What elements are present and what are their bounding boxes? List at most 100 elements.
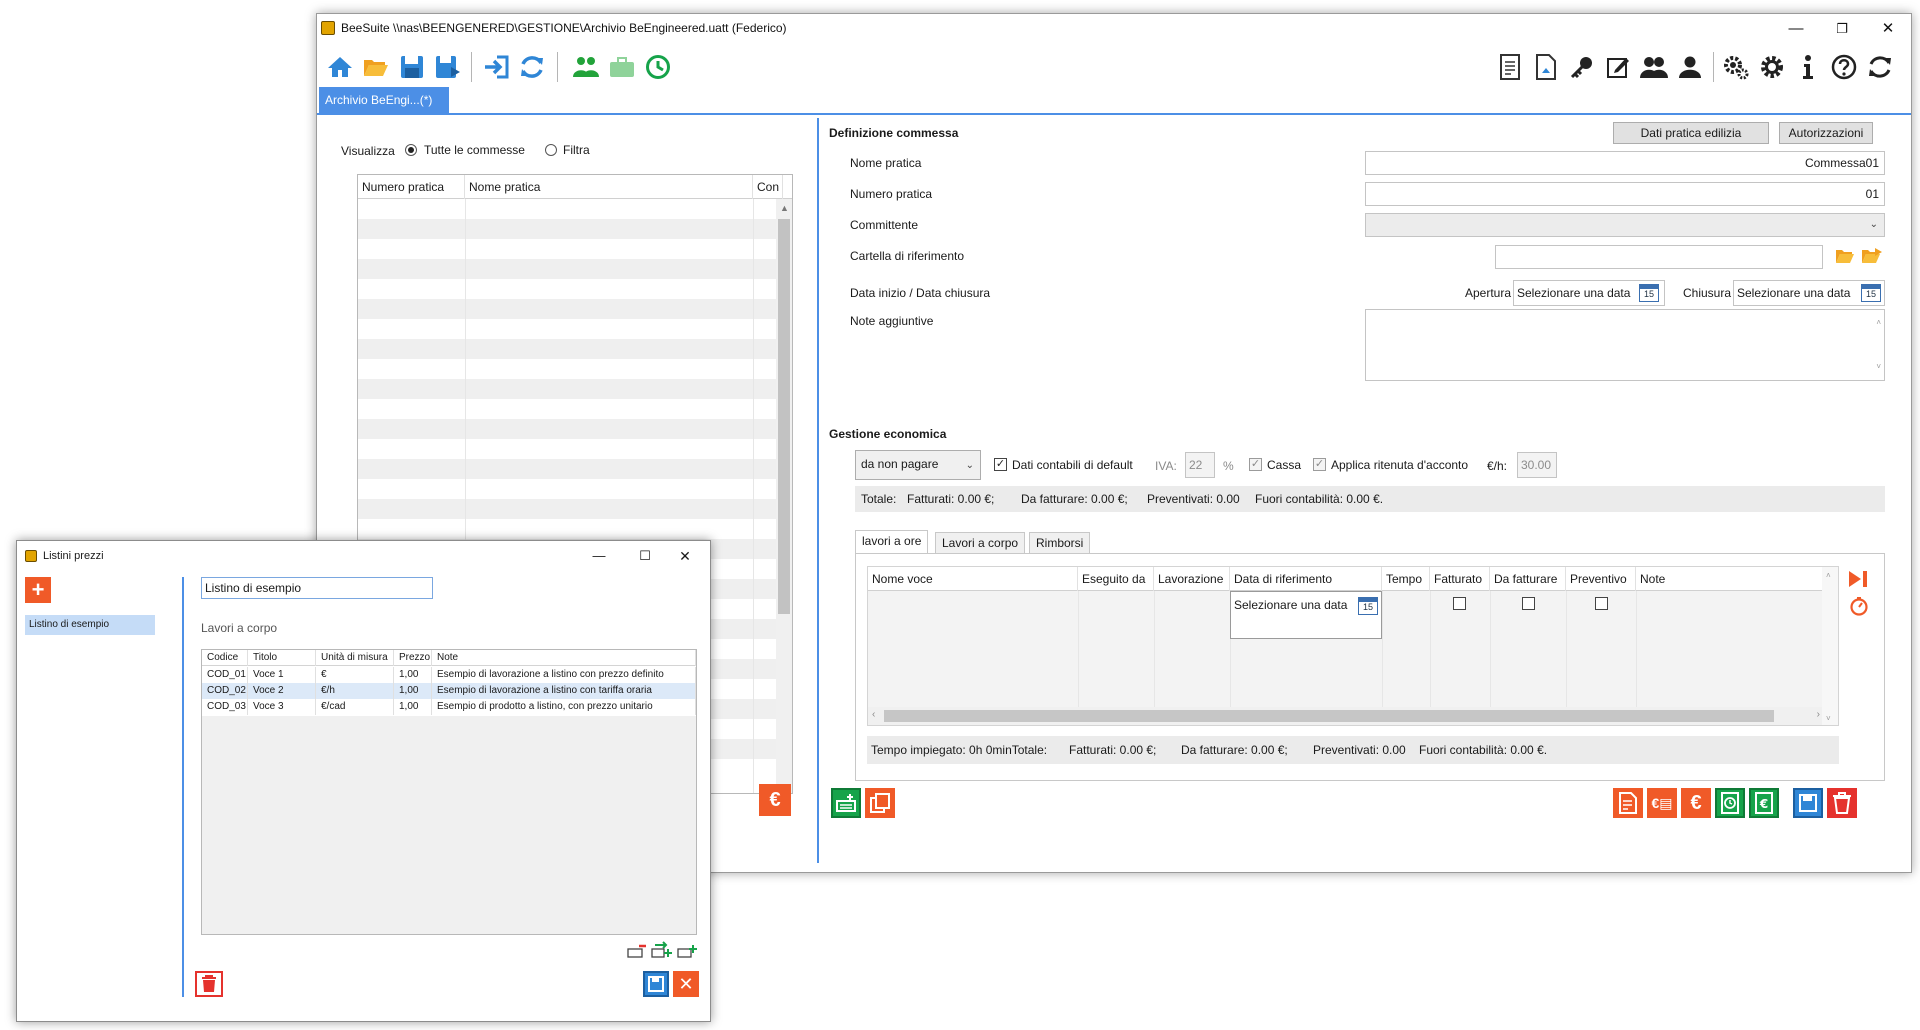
scroll-up-arrow-icon[interactable]: ▲ — [780, 203, 789, 213]
listini-maximize-button[interactable]: ☐ — [626, 541, 664, 571]
scroll-down-icon[interactable]: ˅ — [1876, 356, 1881, 378]
move-row-button[interactable] — [651, 941, 673, 962]
scrollbar-thumb[interactable] — [778, 219, 790, 614]
iva-input[interactable]: 22 — [1185, 452, 1215, 478]
group-button[interactable] — [1637, 50, 1671, 84]
settings-button[interactable] — [1755, 50, 1789, 84]
delete-commessa-button[interactable] — [1827, 788, 1857, 818]
numero-pratica-input[interactable]: 01 — [1365, 182, 1885, 206]
nome-pratica-input[interactable]: Commessa01 — [1365, 151, 1885, 175]
users-button[interactable] — [569, 50, 603, 84]
note-textarea[interactable]: ˄ ˅ — [1365, 309, 1885, 381]
add-listino-button[interactable]: + — [25, 577, 51, 603]
sync-button[interactable] — [1863, 50, 1897, 84]
col-nome-pratica[interactable]: Nome pratica — [465, 175, 753, 199]
tab-rimborsi[interactable]: Rimborsi — [1029, 532, 1091, 554]
document-tab[interactable]: Archivio BeEngi...(*) — [319, 87, 449, 113]
minimize-button[interactable]: — — [1773, 14, 1819, 44]
invoice-button[interactable] — [1613, 788, 1643, 818]
col-titolo[interactable]: Titolo — [248, 650, 316, 666]
tab-lavori-a-corpo[interactable]: Lavori a corpo — [935, 532, 1026, 554]
ritenuta-checkbox[interactable]: ✓ — [1313, 458, 1326, 471]
import-button[interactable] — [479, 50, 513, 84]
listini-row-selected[interactable]: COD_02 Voce 2 €/h 1,00 Esempio di lavora… — [202, 683, 696, 699]
close-button[interactable]: ✕ — [1865, 14, 1911, 44]
scroll-up-icon[interactable]: ˄ — [1826, 571, 1831, 580]
page-button[interactable] — [1529, 50, 1563, 84]
euro-report-button[interactable]: € — [1749, 788, 1779, 818]
listini-grid[interactable]: Codice Titolo Unità di misura Prezzo Not… — [201, 649, 697, 935]
scroll-left-icon[interactable]: ‹ — [872, 709, 875, 720]
next-entry-button[interactable] — [1847, 570, 1869, 591]
save-commessa-button[interactable] — [1793, 788, 1823, 818]
save-listino-button[interactable] — [643, 971, 669, 997]
col-numero-pratica[interactable]: Numero pratica — [358, 175, 465, 199]
radio-filter[interactable] — [545, 144, 557, 156]
refresh-button[interactable] — [515, 50, 549, 84]
chiusura-calendar-icon[interactable]: 15 — [1861, 284, 1881, 302]
col-unita[interactable]: Unità di misura — [316, 650, 394, 666]
help-button[interactable] — [1827, 50, 1861, 84]
col-nome-voce[interactable]: Nome voce — [868, 567, 1078, 591]
lavori-vscrollbar[interactable]: ˄ ˅ — [1822, 567, 1838, 725]
delete-listino-button[interactable] — [195, 971, 223, 997]
user-button[interactable] — [1673, 50, 1707, 84]
payment-status-dropdown[interactable]: da non pagare ⌄ — [855, 450, 981, 480]
key-button[interactable] — [1565, 50, 1599, 84]
col-note[interactable]: Note — [1636, 567, 1826, 591]
col-preventivo[interactable]: Preventivo — [1566, 567, 1636, 591]
row-calendar-icon[interactable]: 15 — [1358, 597, 1378, 615]
open-folder-button[interactable] — [359, 50, 393, 84]
home-button[interactable] — [323, 50, 357, 84]
euro-action-button[interactable]: € — [1681, 788, 1711, 818]
row-preventivo-checkbox[interactable] — [1595, 597, 1608, 610]
listini-row[interactable]: COD_01 Voce 1 € 1,00 Esempio di lavorazi… — [202, 667, 696, 683]
commesse-vscrollbar[interactable]: ▲ — [776, 199, 792, 793]
time-report-button[interactable] — [1715, 788, 1745, 818]
col-lavorazione[interactable]: Lavorazione — [1154, 567, 1230, 591]
save-as-button[interactable] — [431, 50, 465, 84]
cassa-checkbox[interactable]: ✓ — [1249, 458, 1262, 471]
col-note[interactable]: Note — [432, 650, 696, 666]
row-da-fatturare-checkbox[interactable] — [1522, 597, 1535, 610]
dati-pratica-button[interactable]: Dati pratica edilizia — [1613, 122, 1769, 144]
listini-minimize-button[interactable]: — — [580, 541, 618, 571]
rate-input[interactable]: 30.00 — [1517, 452, 1557, 478]
sidebar-item-listino[interactable]: Listino di esempio — [25, 615, 155, 635]
row-fatturato-checkbox[interactable] — [1453, 597, 1466, 610]
timer-button[interactable] — [1849, 596, 1869, 619]
cartella-input[interactable] — [1495, 245, 1823, 269]
folder-open-button[interactable] — [1861, 248, 1883, 267]
col-con[interactable]: Con — [753, 175, 783, 199]
hscroll-thumb[interactable] — [884, 710, 1774, 722]
listino-name-input[interactable]: Listino di esempio — [201, 577, 433, 599]
advanced-settings-button[interactable] — [1719, 50, 1753, 84]
listini-close-button[interactable]: ✕ — [666, 541, 704, 571]
close-listino-button[interactable]: ✕ — [673, 971, 699, 997]
info-button[interactable] — [1791, 50, 1825, 84]
scroll-down-icon[interactable]: ˅ — [1826, 714, 1831, 723]
radio-all-commesse[interactable] — [405, 144, 417, 156]
committente-dropdown[interactable]: ⌄ — [1365, 213, 1885, 237]
restore-button[interactable]: ❐ — [1819, 14, 1865, 44]
col-eseguito-da[interactable]: Eseguito da — [1078, 567, 1154, 591]
remove-row-button[interactable] — [627, 943, 647, 962]
col-data-riferimento[interactable]: Data di riferimento — [1230, 567, 1382, 591]
col-tempo[interactable]: Tempo — [1382, 567, 1430, 591]
autorizzazioni-button[interactable]: Autorizzazioni — [1779, 122, 1873, 144]
copy-entry-button[interactable] — [865, 788, 895, 818]
scroll-up-icon[interactable]: ˄ — [1876, 312, 1881, 334]
add-row-button[interactable] — [677, 943, 697, 962]
col-prezzo[interactable]: Prezzo — [394, 650, 432, 666]
document-button[interactable] — [1493, 50, 1527, 84]
col-codice[interactable]: Codice — [202, 650, 248, 666]
col-fatturato[interactable]: Fatturato — [1430, 567, 1490, 591]
listini-row[interactable]: COD_03 Voce 3 €/cad 1,00 Esempio di prod… — [202, 699, 696, 715]
edit-button[interactable] — [1601, 50, 1635, 84]
dati-contabili-checkbox[interactable]: ✓ — [994, 458, 1007, 471]
clock-button[interactable] — [641, 50, 675, 84]
euro-doc-button[interactable]: €▤ — [1647, 788, 1677, 818]
scroll-right-icon[interactable]: › — [1817, 709, 1820, 720]
lavori-grid[interactable]: Nome voce Eseguito da Lavorazione Data d… — [867, 566, 1839, 726]
briefcase-button[interactable] — [605, 50, 639, 84]
